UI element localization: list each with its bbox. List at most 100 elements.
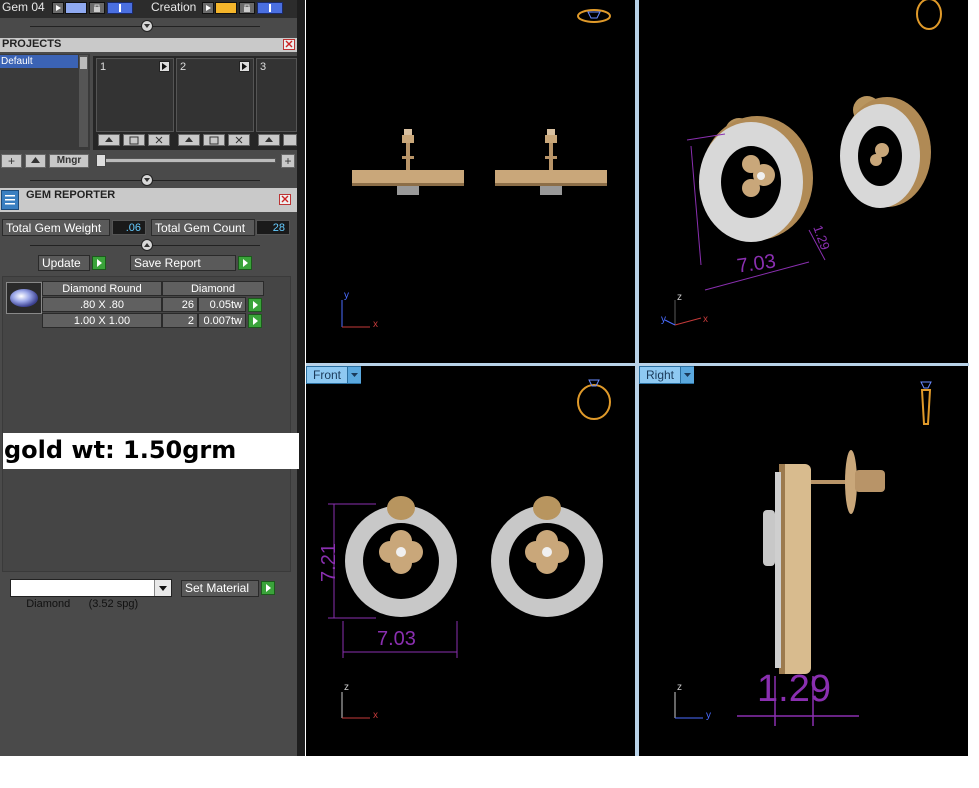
dim-width: 7.03 bbox=[377, 628, 416, 650]
bar-icon bbox=[269, 4, 271, 12]
panel-splitter[interactable] bbox=[297, 0, 305, 756]
gold-weight-note: gold wt: 1.50grm bbox=[3, 433, 299, 469]
axis-triad bbox=[664, 300, 702, 326]
save-report-button[interactable]: Save Report bbox=[130, 255, 236, 271]
left-panel: Gem 04 Creation PROJECTS Default 1 2 3 +… bbox=[0, 0, 297, 756]
axis-triad bbox=[674, 692, 703, 719]
set-material-go-button[interactable] bbox=[261, 581, 275, 595]
slots-slider-track[interactable] bbox=[96, 158, 276, 163]
earrings-top-view bbox=[341, 9, 611, 328]
table-cell-size: 1.00 X 1.00 bbox=[42, 313, 162, 328]
gem-reporter-icon bbox=[1, 190, 19, 210]
viewport-perspective[interactable]: 7.03 1.29 z x y bbox=[639, 0, 968, 363]
creation-color-swatch[interactable] bbox=[215, 2, 237, 14]
arrow-up-icon bbox=[31, 157, 40, 163]
project-slot-2[interactable]: 2 bbox=[176, 58, 254, 132]
project-slot-3[interactable]: 3 bbox=[256, 58, 297, 132]
project-item-default[interactable]: Default bbox=[0, 55, 78, 68]
row-select-button[interactable] bbox=[248, 298, 262, 312]
total-gem-weight-label: Total Gem Weight bbox=[2, 219, 110, 236]
axis-triad bbox=[341, 692, 370, 719]
slot-up-button[interactable] bbox=[258, 134, 280, 146]
gem-reporter-close-button[interactable] bbox=[279, 194, 291, 205]
collapse-toggle[interactable] bbox=[141, 239, 153, 251]
play-icon bbox=[56, 5, 61, 11]
slot-up-button[interactable] bbox=[98, 134, 120, 146]
gem-label: Gem 04 bbox=[2, 0, 45, 14]
total-gem-weight-value: .06 bbox=[112, 220, 146, 235]
set-material-button[interactable]: Set Material bbox=[181, 580, 259, 597]
slot-number: 3 bbox=[260, 61, 267, 73]
gem-lock-button[interactable] bbox=[89, 2, 105, 14]
slot-save-button[interactable] bbox=[203, 134, 225, 146]
scrollbar-thumb[interactable] bbox=[80, 57, 87, 69]
slot-delete-button[interactable] bbox=[148, 134, 170, 146]
viewport-front[interactable]: Front 7.21 7.03 z x bbox=[306, 366, 635, 756]
gold-weight-text: gold wt: 1.50grm bbox=[4, 436, 237, 464]
collapse-toggle[interactable] bbox=[141, 174, 153, 186]
save-icon bbox=[209, 136, 219, 145]
slot-save-button[interactable] bbox=[283, 134, 297, 146]
close-icon bbox=[235, 136, 243, 144]
lock-icon bbox=[94, 4, 100, 12]
slot-save-button[interactable] bbox=[123, 134, 145, 146]
top-toolbar: Gem 04 Creation bbox=[0, 0, 297, 18]
dim-depth: 1.29 bbox=[757, 668, 831, 710]
creation-lock-button[interactable] bbox=[239, 2, 255, 14]
update-button[interactable]: Update bbox=[38, 255, 90, 271]
chevron-down-icon bbox=[144, 178, 150, 182]
collapse-toggle[interactable] bbox=[141, 20, 153, 32]
total-gem-count-value: 28 bbox=[256, 220, 290, 235]
earring-front-2 bbox=[491, 496, 603, 617]
axis-x-label: x bbox=[373, 710, 378, 721]
gem-play-button[interactable] bbox=[52, 2, 64, 14]
add-slot-button[interactable]: + bbox=[281, 154, 295, 168]
material-dropdown-button[interactable] bbox=[154, 580, 171, 596]
lock-icon bbox=[244, 4, 250, 12]
play-icon bbox=[162, 63, 167, 70]
gem-icon bbox=[10, 289, 38, 307]
save-report-go-button[interactable] bbox=[238, 256, 252, 270]
gem-thumbnail[interactable] bbox=[6, 282, 42, 314]
ring-icon bbox=[577, 379, 611, 420]
slot-delete-button[interactable] bbox=[228, 134, 250, 146]
slot-play-button[interactable] bbox=[239, 61, 250, 72]
viewport-right[interactable]: Right 1.29 z y bbox=[639, 366, 968, 756]
axis-z-label: z bbox=[677, 682, 682, 693]
table-cell-weight: 0.05tw bbox=[198, 297, 246, 312]
slot-play-button[interactable] bbox=[159, 61, 170, 72]
material-select-value: Diamond (3.52 spg) bbox=[26, 598, 139, 610]
report-icon bbox=[5, 195, 15, 205]
play-icon bbox=[206, 5, 211, 11]
dim-height: 7.21 bbox=[317, 543, 340, 582]
projects-list[interactable]: Default bbox=[0, 54, 90, 150]
creation-label: Creation bbox=[151, 0, 197, 14]
earring-perspective-2 bbox=[840, 96, 931, 208]
axis-y-label: y bbox=[706, 710, 711, 721]
update-go-button[interactable] bbox=[92, 256, 106, 270]
table-header-material: Diamond bbox=[162, 281, 264, 296]
projects-close-button[interactable] bbox=[283, 39, 295, 50]
manager-button[interactable]: Mngr bbox=[49, 154, 89, 168]
projects-scrollbar[interactable] bbox=[79, 55, 88, 147]
table-cell-weight: 0.007tw bbox=[198, 313, 246, 328]
material-select[interactable]: Diamond (3.52 spg) bbox=[10, 579, 172, 610]
slot-up-button[interactable] bbox=[178, 134, 200, 146]
viewport-top[interactable]: y x bbox=[306, 0, 635, 363]
gem-color-swatch[interactable] bbox=[65, 2, 87, 14]
add-project-button[interactable]: + bbox=[1, 154, 22, 168]
creation-play-button[interactable] bbox=[202, 2, 214, 14]
slot-number: 2 bbox=[180, 61, 187, 73]
project-up-button[interactable] bbox=[25, 154, 46, 168]
viewport-vsplitter[interactable] bbox=[635, 0, 639, 756]
close-icon bbox=[155, 136, 163, 144]
earring-front-1 bbox=[345, 496, 457, 617]
gem-layer-button[interactable] bbox=[107, 2, 133, 14]
row-select-button[interactable] bbox=[248, 314, 262, 328]
gem-reporter-title: GEM REPORTER bbox=[26, 189, 116, 201]
slots-slider-thumb[interactable] bbox=[96, 154, 106, 167]
chevron-up-icon bbox=[144, 243, 150, 247]
creation-layer-button[interactable] bbox=[257, 2, 283, 14]
close-icon bbox=[281, 195, 289, 203]
project-slot-1[interactable]: 1 bbox=[96, 58, 174, 132]
